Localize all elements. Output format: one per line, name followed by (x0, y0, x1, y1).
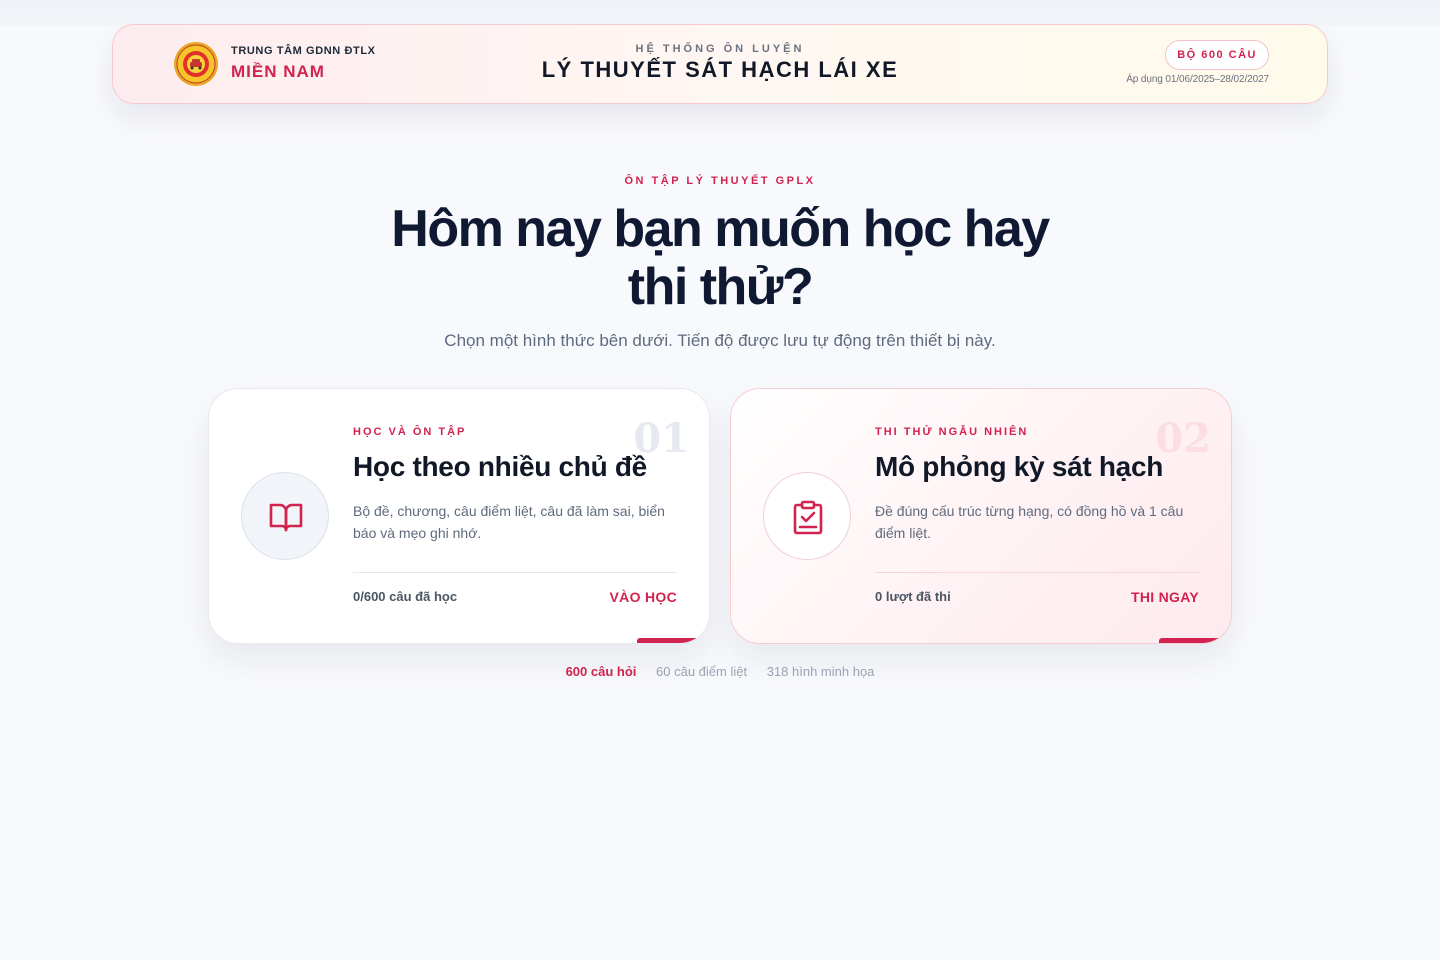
card-accent-bar (1159, 638, 1231, 643)
clipboard-check-icon (793, 500, 823, 535)
question-set-badge[interactable]: BỘ 600 CÂU (1165, 40, 1269, 70)
stat-total-questions: 600 câu hỏi (565, 664, 637, 679)
start-exam-button[interactable]: THI NGAY (1131, 589, 1199, 605)
hero-kicker: ÔN TẬP LÝ THUYẾT GPLX (624, 175, 816, 187)
card-divider (353, 572, 677, 573)
card-kicker: HỌC VÀ ÔN TẬP (353, 426, 467, 438)
site-header: TRUNG TÂM GDNN ĐTLX MIỀN NAM HỆ THỐNG ÔN… (112, 24, 1328, 104)
hero-headline: Hôm nay bạn muốn học hay thi thử? (391, 200, 1050, 316)
validity-period: Áp dụng 01/06/2025–28/02/2027 (1126, 74, 1269, 85)
header-kicker: HỆ THỐNG ÔN LUYỆN (635, 43, 805, 55)
exam-attempts: 0 lượt đã thi (875, 589, 951, 604)
study-icon-circle (241, 472, 329, 560)
mock-exam-card[interactable]: 02 THI THỬ NGẪU NHIÊN Mô phỏng kỳ sát hạ… (730, 388, 1232, 644)
study-mode-card[interactable]: 01 HỌC VÀ ÔN TẬP Học theo nhiều chủ đề B… (208, 388, 710, 644)
card-number: 02 (1155, 415, 1211, 462)
hero-subline: Chọn một hình thức bên dưới. Tiến độ đượ… (444, 331, 996, 350)
top-strip (0, 0, 1440, 26)
exam-icon-circle (763, 472, 851, 560)
book-open-icon (269, 503, 303, 532)
card-kicker: THI THỬ NGẪU NHIÊN (875, 426, 1029, 438)
card-description: Bộ đề, chương, câu điểm liệt, câu đã làm… (353, 503, 665, 541)
card-description: Đề đúng cấu trúc từng hạng, có đồng hồ v… (875, 503, 1184, 541)
card-title: Mô phỏng kỳ sát hạch (875, 451, 1164, 482)
start-study-button[interactable]: VÀO HỌC (610, 589, 677, 605)
card-title: Học theo nhiều chủ đề (353, 451, 647, 482)
study-progress: 0/600 câu đã học (353, 589, 458, 604)
question-stats: 600 câu hỏi 60 câu điểm liệt 318 hình mi… (0, 664, 1440, 679)
card-divider (875, 572, 1199, 573)
stat-illustrations: 318 hình minh họa (766, 664, 875, 679)
stat-critical-questions: 60 câu điểm liệt (656, 664, 748, 679)
card-accent-bar (637, 638, 709, 643)
